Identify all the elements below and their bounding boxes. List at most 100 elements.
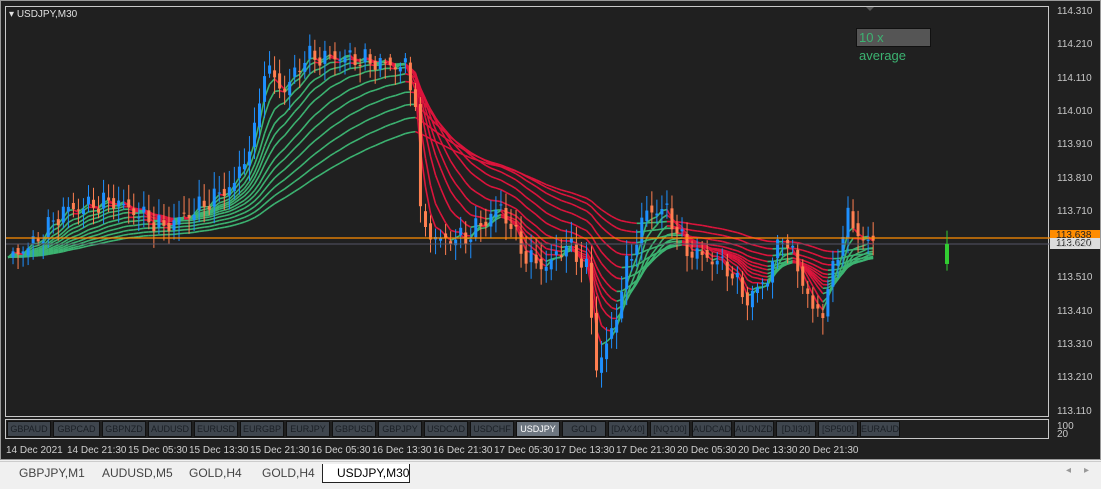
- moving-average-segment: [219, 226, 225, 229]
- moving-average-segment: [525, 196, 532, 202]
- moving-average-segment: [762, 259, 768, 263]
- moving-average-segment: [78, 244, 84, 248]
- moving-average-segment: [319, 65, 326, 70]
- moving-average-segment: [273, 128, 281, 136]
- symbol-button-eurusd[interactable]: EURUSD: [194, 421, 238, 437]
- tab-scroll-left-icon[interactable]: ◂: [1066, 465, 1071, 476]
- moving-average-segment: [576, 198, 582, 202]
- lower-axis-min: 20: [1057, 429, 1069, 440]
- symbol-button-sp500[interactable]: [SP500]: [818, 421, 858, 437]
- tab-0[interactable]: GBPJPY,M1: [5, 464, 85, 483]
- moving-average-segment: [762, 239, 768, 242]
- candle-body: [338, 59, 342, 61]
- symbol-button-bar: GBPAUD GBPCAD GBPNZD AUDUSD EURUSD EURGBP EURJ…: [5, 419, 1049, 439]
- moving-average-segment: [611, 273, 618, 279]
- moving-average-segment: [68, 244, 74, 248]
- moving-average-segment: [525, 217, 532, 223]
- symbol-button-audusd[interactable]: AUDUSD: [148, 421, 192, 437]
- candle-body: [157, 215, 161, 228]
- chart-plot-area[interactable]: [5, 6, 1050, 417]
- symbol-button-eurjpy[interactable]: EURJPY: [286, 421, 330, 437]
- candle-body: [564, 245, 568, 257]
- moving-average-segment: [43, 253, 49, 257]
- moving-average-segment: [605, 282, 613, 289]
- candle-body: [690, 251, 694, 258]
- moving-average-segment: [460, 189, 467, 198]
- symbol-button-dax40[interactable]: [DAX40]: [608, 421, 648, 437]
- symbol-button-gbpcad[interactable]: GBPCAD: [53, 421, 100, 437]
- moving-average-segment: [712, 247, 718, 250]
- moving-average-segment: [616, 238, 622, 242]
- tab-2[interactable]: GOLD,H4: [175, 464, 245, 483]
- symbol-button-gbpaud[interactable]: GBPAUD: [7, 421, 51, 437]
- moving-average-segment: [374, 87, 381, 91]
- candle-body: [589, 262, 593, 318]
- moving-average-segment: [73, 217, 79, 221]
- tab-4[interactable]: USDJPY,M30: [322, 464, 410, 483]
- symbol-button-gbpusd[interactable]: GBPUSD: [332, 421, 376, 437]
- moving-average-segment: [103, 234, 109, 238]
- symbol-button-gold[interactable]: GOLD: [562, 421, 606, 437]
- moving-average-segment: [455, 153, 462, 161]
- symbol-button-eurgbp[interactable]: EURGBP: [240, 421, 284, 437]
- price-tick-label: 113.410: [1057, 305, 1093, 317]
- tab-scroll-right-icon[interactable]: ▸: [1084, 465, 1089, 476]
- moving-average-segment: [83, 245, 89, 248]
- moving-average-segment: [390, 108, 396, 112]
- moving-average-segment: [576, 233, 582, 238]
- moving-average-segment: [686, 228, 693, 232]
- moving-average-segment: [747, 287, 753, 291]
- moving-average-segment: [294, 96, 301, 103]
- tab-1[interactable]: AUDUSD,M5: [88, 464, 173, 483]
- moving-average-segment: [299, 149, 306, 156]
- moving-average-segment: [239, 212, 245, 216]
- moving-average-segment: [188, 228, 195, 231]
- moving-average-segment: [48, 252, 54, 256]
- tab-3[interactable]: GOLD,H4: [248, 464, 318, 483]
- symbol-button-nq100[interactable]: [NQ100]: [650, 421, 690, 437]
- symbol-button-audnzd[interactable]: AUDNZD: [734, 421, 774, 437]
- moving-average-segment: [188, 221, 195, 224]
- symbol-button-gbpnzd[interactable]: GBPNZD: [102, 421, 146, 437]
- moving-average-segment: [863, 252, 869, 256]
- moving-average-segment: [485, 197, 492, 202]
- moving-average-segment: [98, 218, 104, 223]
- moving-average-segment: [571, 231, 577, 236]
- time-tick-label: 15 Dec 13:30: [189, 445, 249, 456]
- moving-average-segment: [309, 88, 316, 94]
- moving-average-segment: [243, 204, 250, 209]
- symbol-button-usdchf[interactable]: USDCHF: [470, 421, 514, 437]
- moving-average-segment: [460, 152, 467, 157]
- candle-body: [569, 238, 573, 243]
- moving-average-segment: [868, 257, 874, 260]
- moving-average-segment: [374, 113, 381, 118]
- moving-average-segment: [480, 226, 486, 230]
- symbol-button-usdjpy[interactable]: USDJPY: [516, 421, 560, 437]
- moving-average-segment: [550, 214, 557, 219]
- symbol-button-euraud[interactable]: EURAUD: [860, 421, 900, 437]
- moving-average-segment: [138, 231, 144, 234]
- moving-average-segment: [273, 139, 281, 147]
- moving-average-segment: [289, 159, 296, 166]
- moving-average-segment: [450, 229, 456, 233]
- moving-average-segment: [304, 144, 311, 151]
- symbol-button-audcad[interactable]: AUDCAD: [692, 421, 732, 437]
- moving-average-segment: [747, 266, 753, 271]
- moving-average-segment: [545, 186, 552, 191]
- moving-average-segment: [88, 244, 94, 247]
- candle-body: [177, 217, 181, 225]
- moving-average-segment: [822, 256, 829, 260]
- candle-body: [61, 206, 65, 223]
- moving-average-segment: [455, 183, 462, 191]
- symbol-button-gbpjpy[interactable]: GBPJPY: [378, 421, 422, 437]
- moving-average-segment: [384, 138, 391, 142]
- moving-average-segment: [339, 117, 346, 123]
- symbol-button-dji30[interactable]: [DJI30]: [776, 421, 816, 437]
- moving-average-segment: [782, 261, 788, 264]
- symbol-button-usdcad[interactable]: USDCAD: [424, 421, 468, 437]
- moving-average-segment: [581, 252, 587, 256]
- moving-average-segment: [98, 239, 104, 243]
- candle-body: [816, 304, 820, 309]
- moving-average-segment: [344, 114, 351, 119]
- moving-average-segment: [540, 197, 547, 203]
